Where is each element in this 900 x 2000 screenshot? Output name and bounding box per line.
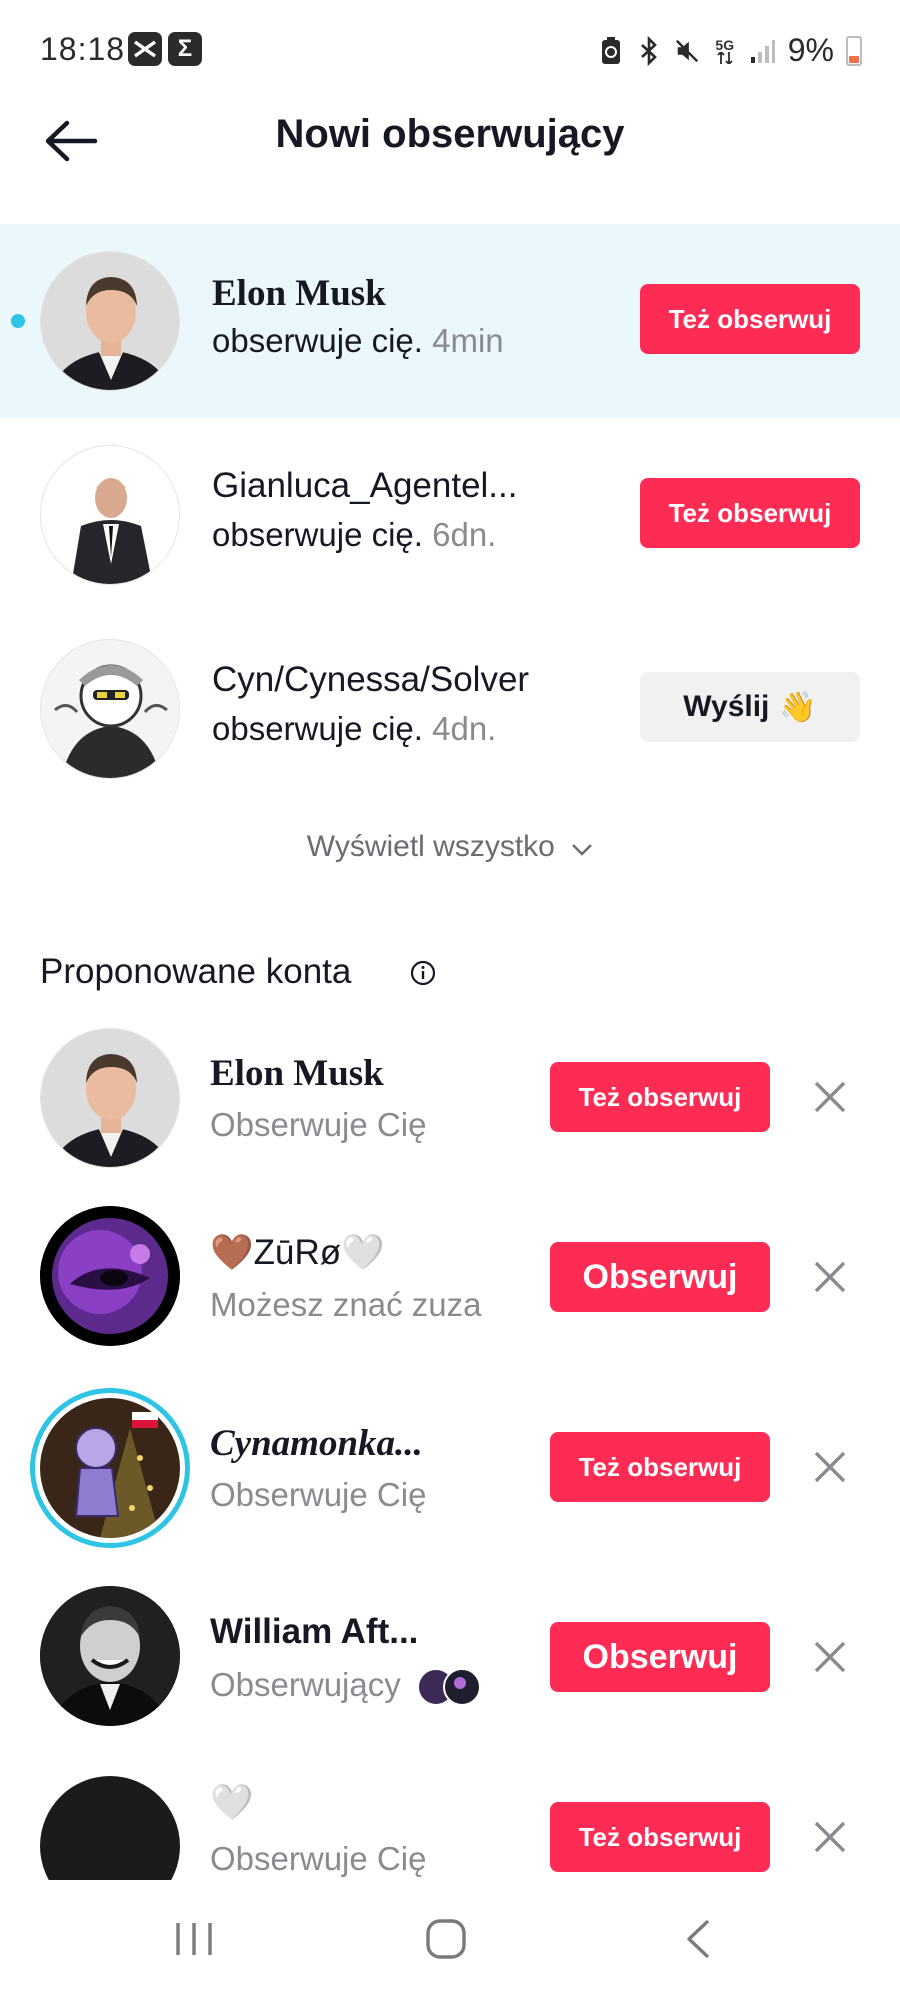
dismiss-button[interactable]	[806, 1633, 854, 1681]
battery-icon	[846, 35, 862, 66]
follow-back-button[interactable]: Też obserwuj	[640, 284, 860, 354]
white-heart-icon: 🤍	[341, 1233, 385, 1272]
back-icon	[687, 1920, 709, 1958]
suggested-name[interactable]: Elon Musk	[210, 1052, 384, 1095]
info-icon[interactable]	[410, 960, 436, 991]
brown-heart-icon: 🤎	[210, 1233, 254, 1272]
close-icon	[814, 1821, 846, 1853]
suggested-name[interactable]: Cynamonka...	[210, 1422, 423, 1465]
follower-status-text: obserwuje cię.	[212, 322, 423, 359]
mutual-avatars	[416, 1667, 484, 1707]
follower-time: 4min	[432, 322, 504, 359]
battery-percent: 9%	[787, 32, 834, 68]
screen: 18:18 Σ 5G 9% Nowi obserwujący Elon Musk…	[0, 0, 900, 2000]
suggested-subtitle-line: Obserwujący	[210, 1666, 484, 1707]
suggested-name-line[interactable]: 🤎ZūRø🤍	[210, 1232, 385, 1273]
suggested-subtitle: Możesz znać zuza	[210, 1286, 482, 1323]
close-icon	[814, 1081, 846, 1113]
follow-button[interactable]: Obserwuj	[550, 1242, 770, 1312]
avatar[interactable]	[30, 1388, 190, 1548]
suggested-name[interactable]: William Aft...	[210, 1612, 418, 1652]
send-wave-label: Wyślij	[683, 690, 770, 723]
follow-back-button[interactable]: Też obserwuj	[550, 1432, 770, 1502]
send-wave-button[interactable]: Wyślij 👋	[640, 672, 860, 742]
avatar[interactable]	[40, 639, 180, 779]
avatar[interactable]	[40, 1206, 180, 1346]
chevron-down-icon	[571, 831, 593, 865]
follower-status-text: obserwuje cię.	[212, 710, 423, 747]
suggested-row[interactable]: 🤎ZūRø🤍 Możesz znać zuza Obserwuj	[0, 1198, 900, 1388]
suggested-row[interactable]: William Aft... Obserwujący Obserwuj	[0, 1578, 900, 1768]
follower-name[interactable]: Gianluca_Agentel...	[212, 466, 517, 506]
close-icon	[814, 1261, 846, 1293]
avatar[interactable]	[40, 251, 180, 391]
status-bar: 18:18 Σ 5G 9%	[0, 0, 900, 104]
capcut-icon	[128, 32, 162, 66]
home-icon	[426, 1919, 466, 1959]
dismiss-button[interactable]	[806, 1443, 854, 1491]
follower-time: 6dn.	[432, 516, 497, 553]
dismiss-button[interactable]	[806, 1253, 854, 1301]
close-icon	[814, 1451, 846, 1483]
suggested-row[interactable]: Elon Musk Obserwuje Cię Też obserwuj	[0, 1022, 900, 1198]
status-time: 18:18	[40, 31, 126, 67]
mute-icon	[674, 35, 700, 67]
signal-icon	[750, 35, 776, 67]
system-nav-bar	[0, 1880, 900, 2000]
unread-indicator	[11, 314, 25, 328]
suggested-subtitle: Obserwujący	[210, 1666, 401, 1703]
sigma-app-icon: Σ	[168, 32, 202, 66]
follower-status-text: obserwuje cię.	[212, 516, 423, 553]
follower-status: obserwuje cię. 6dn.	[212, 516, 496, 554]
suggested-name: ZūRø	[253, 1233, 342, 1272]
suggested-title: Proponowane konta	[40, 952, 352, 991]
avatar[interactable]	[40, 1028, 180, 1168]
follow-back-button[interactable]: Też obserwuj	[550, 1802, 770, 1872]
follower-name[interactable]: Cyn/Cynessa/Solver	[212, 660, 529, 700]
follower-status: obserwuje cię. 4dn.	[212, 710, 496, 748]
suggested-name[interactable]: 🤍	[210, 1782, 254, 1823]
avatar[interactable]	[40, 445, 180, 585]
suggested-subtitle: Obserwuje Cię	[210, 1106, 427, 1143]
home-button[interactable]	[406, 1904, 486, 1974]
suggested-subtitle: Obserwuje Cię	[210, 1476, 427, 1513]
system-back-button[interactable]	[658, 1904, 738, 1974]
avatar[interactable]	[40, 1586, 180, 1726]
follower-row[interactable]: Elon Musk obserwuje cię. 4min Też obserw…	[0, 224, 900, 418]
suggested-subtitle: Obserwuje Cię	[210, 1840, 427, 1877]
dismiss-button[interactable]	[806, 1073, 854, 1121]
status-icons: 5G 9%	[598, 32, 862, 69]
avatar[interactable]	[40, 1776, 180, 1880]
battery-saver-icon	[598, 35, 624, 67]
recents-button[interactable]	[154, 1904, 234, 1974]
recents-icon	[176, 1923, 212, 1955]
view-all-label: Wyświetl wszystko	[306, 830, 555, 863]
follower-status: obserwuje cię. 4min	[212, 322, 504, 360]
wave-icon: 👋	[779, 690, 817, 724]
header: Nowi obserwujący	[0, 104, 900, 222]
suggested-row[interactable]: 🤍 Obserwuje Cię Też obserwuj	[0, 1768, 900, 1880]
follow-button[interactable]: Obserwuj	[550, 1622, 770, 1692]
dismiss-button[interactable]	[806, 1813, 854, 1861]
follower-name[interactable]: Elon Musk	[212, 272, 386, 315]
view-all-link[interactable]: Wyświetl wszystko	[0, 830, 900, 865]
follow-back-button[interactable]: Też obserwuj	[640, 478, 860, 548]
5g-icon: 5G	[712, 35, 738, 67]
page-title: Nowi obserwujący	[275, 112, 625, 156]
close-icon	[814, 1641, 846, 1673]
follower-time: 4dn.	[432, 710, 497, 747]
suggested-row[interactable]: Cynamonka... Obserwuje Cię Też obserwuj	[0, 1388, 900, 1578]
follower-row[interactable]: Gianluca_Agentel... obserwuje cię. 6dn. …	[0, 418, 900, 612]
network-label: 5G	[715, 36, 735, 53]
follower-row[interactable]: Cyn/Cynessa/Solver obserwuje cię. 4dn. W…	[0, 612, 900, 806]
follow-back-button[interactable]: Też obserwuj	[550, 1062, 770, 1132]
bluetooth-icon	[636, 35, 662, 67]
